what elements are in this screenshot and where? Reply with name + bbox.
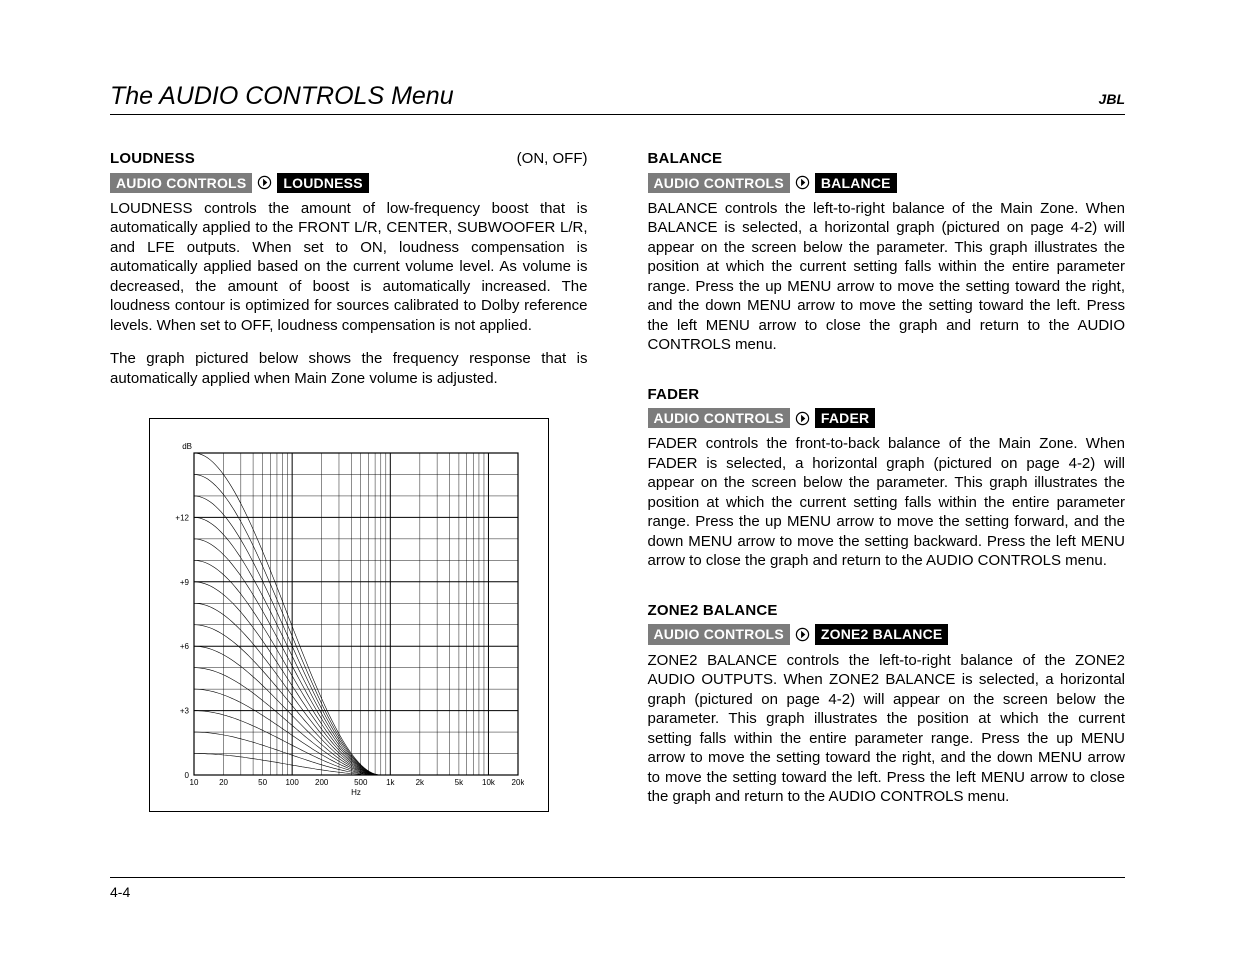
balance-breadcrumb: AUDIO CONTROLS BALANCE: [648, 173, 1126, 193]
loudness-chart-frame: 0+3+6+9+121020501002005001k2k5k10k20kHzd…: [149, 418, 549, 812]
loudness-chart: 0+3+6+9+121020501002005001k2k5k10k20kHzd…: [110, 418, 588, 812]
breadcrumb-leaf: LOUDNESS: [277, 173, 368, 193]
svg-text:Hz: Hz: [351, 788, 361, 797]
breadcrumb-leaf: BALANCE: [815, 173, 897, 193]
svg-text:10k: 10k: [482, 778, 496, 787]
zone2-heading: ZONE2 BALANCE: [648, 601, 778, 621]
breadcrumb-root: AUDIO CONTROLS: [648, 624, 790, 644]
svg-text:+12: +12: [175, 514, 189, 523]
content-columns: LOUDNESS (ON, OFF) AUDIO CONTROLS LOUDNE…: [110, 143, 1125, 832]
left-column: LOUDNESS (ON, OFF) AUDIO CONTROLS LOUDNE…: [110, 143, 588, 832]
svg-text:20: 20: [219, 778, 228, 787]
page-title: The AUDIO CONTROLS Menu: [110, 82, 454, 111]
svg-text:+6: +6: [180, 642, 190, 651]
zone2-heading-row: ZONE2 BALANCE: [648, 601, 1126, 621]
page-number: 4-4: [110, 884, 130, 900]
brand-label: JBL: [1099, 91, 1125, 107]
breadcrumb-leaf: FADER: [815, 408, 875, 428]
svg-text:dB: dB: [182, 442, 192, 451]
breadcrumb-leaf: ZONE2 BALANCE: [815, 624, 949, 644]
breadcrumb-root: AUDIO CONTROLS: [648, 173, 790, 193]
arrow-right-icon: [257, 175, 272, 190]
zone2-body: ZONE2 BALANCE controls the left-to-right…: [648, 651, 1126, 807]
fader-heading-row: FADER: [648, 385, 1126, 405]
arrow-right-icon: [795, 627, 810, 642]
svg-text:1k: 1k: [386, 778, 395, 787]
breadcrumb-root: AUDIO CONTROLS: [648, 408, 790, 428]
loudness-body-1: LOUDNESS controls the amount of low-freq…: [110, 199, 588, 336]
arrow-right-icon: [795, 411, 810, 426]
fader-body: FADER controls the front-to-back balance…: [648, 434, 1126, 571]
balance-body: BALANCE controls the left-to-right balan…: [648, 199, 1126, 355]
zone2-breadcrumb: AUDIO CONTROLS ZONE2 BALANCE: [648, 624, 1126, 644]
page-header: The AUDIO CONTROLS Menu JBL: [110, 82, 1125, 115]
svg-text:100: 100: [285, 778, 299, 787]
svg-text:+9: +9: [180, 578, 190, 587]
svg-text:2k: 2k: [415, 778, 424, 787]
fader-heading: FADER: [648, 385, 700, 405]
svg-text:+3: +3: [180, 707, 190, 716]
loudness-heading: LOUDNESS: [110, 149, 195, 169]
arrow-right-icon: [795, 175, 810, 190]
loudness-chart-svg: 0+3+6+9+121020501002005001k2k5k10k20kHzd…: [164, 437, 524, 797]
page-footer: 4-4: [110, 877, 1125, 900]
svg-text:10: 10: [189, 778, 198, 787]
svg-text:20k: 20k: [511, 778, 523, 787]
balance-heading: BALANCE: [648, 149, 723, 169]
loudness-options: (ON, OFF): [517, 149, 588, 169]
svg-text:500: 500: [354, 778, 368, 787]
balance-heading-row: BALANCE: [648, 149, 1126, 169]
svg-text:5k: 5k: [454, 778, 463, 787]
svg-text:50: 50: [258, 778, 267, 787]
loudness-body-2: The graph pictured below shows the frequ…: [110, 349, 588, 388]
right-column: BALANCE AUDIO CONTROLS BALANCE BALANCE c…: [648, 143, 1126, 832]
fader-breadcrumb: AUDIO CONTROLS FADER: [648, 408, 1126, 428]
loudness-breadcrumb: AUDIO CONTROLS LOUDNESS: [110, 173, 588, 193]
svg-text:200: 200: [315, 778, 329, 787]
breadcrumb-root: AUDIO CONTROLS: [110, 173, 252, 193]
loudness-heading-row: LOUDNESS (ON, OFF): [110, 149, 588, 169]
